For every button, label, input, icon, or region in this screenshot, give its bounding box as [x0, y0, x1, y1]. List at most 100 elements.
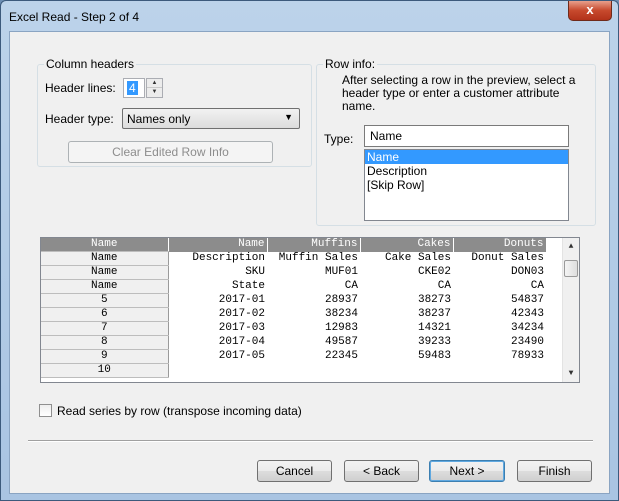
preview-cell: 12983 [324, 322, 358, 334]
type-input[interactable]: Name [364, 125, 569, 147]
preview-header-cell: Muffins [267, 238, 361, 252]
preview-grid[interactable]: Name Name Muffins Cakes Donuts Name Descr… [40, 237, 580, 383]
preview-cell: 2017-03 [218, 322, 265, 334]
preview-cell: Cake Sales [384, 252, 451, 264]
preview-cell: Donut Sales [471, 252, 544, 264]
cancel-button-label: Cancel [275, 464, 314, 478]
preview-row[interactable]: Name SKU MUF01 CKE02 DON03 [41, 265, 546, 280]
title-bar: Excel Read - Step 2 of 4 x [1, 1, 618, 31]
preview-header-cell: Name [41, 238, 169, 252]
preview-cell: CKE02 [417, 266, 451, 278]
chevron-down-icon: ▼ [284, 112, 293, 122]
back-button-label: < Back [362, 464, 401, 478]
window-title: Excel Read - Step 2 of 4 [9, 10, 140, 24]
preview-row[interactable]: 5 2017-01 28937 38273 54837 [41, 293, 546, 308]
preview-cell: 23490 [510, 336, 544, 348]
type-label: Type: [324, 132, 354, 146]
row-header[interactable]: 9 [41, 349, 169, 364]
transpose-checkbox[interactable] [39, 404, 52, 417]
type-option-skip-row[interactable]: [Skip Row] [365, 178, 568, 192]
preview-cell: 2017-04 [218, 336, 265, 348]
preview-row[interactable]: Name Description Muffin Sales Cake Sales Don… [41, 251, 546, 266]
preview-cell: Muffin Sales [278, 252, 358, 264]
spin-down-icon[interactable]: ▼ [147, 88, 162, 97]
preview-cell: Description [192, 252, 265, 264]
header-lines-value: 4 [127, 81, 138, 95]
preview-cell: 38273 [417, 294, 451, 306]
cancel-button[interactable]: Cancel [257, 460, 332, 482]
preview-cell: 14321 [417, 322, 451, 334]
excel-read-dialog: Excel Read - Step 2 of 4 x Column header… [0, 0, 619, 501]
scroll-thumb[interactable] [564, 260, 578, 277]
type-option-description[interactable]: Description [365, 164, 568, 178]
column-headers-group: Column headers Header lines: 4 ▲ ▼ Heade… [37, 57, 312, 167]
type-options-list[interactable]: Name Description [Skip Row] [364, 149, 569, 221]
header-type-label: Header type: [45, 112, 114, 126]
preview-cell: 39233 [417, 336, 451, 348]
preview-cell: 38237 [417, 308, 451, 320]
header-type-dropdown[interactable]: Names only ▼ [122, 108, 300, 129]
preview-cell: 2017-02 [218, 308, 265, 320]
preview-scrollbar[interactable]: ▲ ▼ [562, 238, 579, 382]
preview-header-row: Name Name Muffins Cakes Donuts [41, 238, 547, 252]
clear-edited-row-info-button[interactable]: Clear Edited Row Info [68, 141, 273, 163]
preview-cell: CA [530, 280, 544, 292]
scroll-down-icon[interactable]: ▼ [563, 369, 579, 378]
transpose-label[interactable]: Read series by row (transpose incoming d… [57, 404, 302, 418]
preview-cell: 42343 [510, 308, 544, 320]
preview-cell: CA [437, 280, 451, 292]
preview-cell: 78933 [510, 350, 544, 362]
preview-cell [360, 364, 453, 378]
row-header[interactable]: 10 [41, 363, 169, 378]
scroll-up-icon[interactable]: ▲ [563, 242, 579, 251]
row-header[interactable]: Name [41, 265, 169, 280]
preview-cell: 54837 [510, 294, 544, 306]
row-info-instructions: After selecting a row in the preview, se… [342, 73, 576, 113]
type-input-value: Name [370, 129, 403, 143]
header-lines-label: Header lines: [45, 81, 116, 95]
preview-header-cell: Name [168, 238, 268, 252]
preview-row[interactable]: 6 2017-02 38234 38237 42343 [41, 307, 546, 322]
back-button[interactable]: < Back [344, 460, 419, 482]
preview-cell: State [231, 280, 265, 292]
preview-cell: MUF01 [324, 266, 358, 278]
header-lines-input[interactable]: 4 [123, 78, 145, 98]
preview-cell: DON03 [510, 266, 544, 278]
finish-button[interactable]: Finish [517, 460, 592, 482]
row-header[interactable]: Name [41, 279, 169, 294]
preview-cell [168, 364, 267, 378]
header-type-value: Names only [127, 112, 191, 126]
preview-cell: 34234 [510, 322, 544, 334]
preview-cell: 22345 [324, 350, 358, 362]
preview-header-cell: Cakes [360, 238, 454, 252]
preview-cell: 2017-01 [218, 294, 265, 306]
dialog-body: Column headers Header lines: 4 ▲ ▼ Heade… [9, 31, 610, 494]
row-header[interactable]: 7 [41, 321, 169, 336]
separator [28, 440, 593, 442]
preview-row[interactable]: Name State CA CA CA [41, 279, 546, 294]
preview-header-cell: Donuts [453, 238, 547, 252]
column-headers-title: Column headers [44, 57, 137, 71]
preview-row[interactable]: 10 [41, 363, 546, 378]
row-header[interactable]: Name [41, 251, 169, 266]
header-lines-spinner[interactable]: ▲ ▼ [146, 78, 163, 98]
preview-cell [453, 364, 546, 378]
preview-row[interactable]: 8 2017-04 49587 39233 23490 [41, 335, 546, 350]
next-button[interactable]: Next > [429, 460, 505, 482]
spin-up-icon[interactable]: ▲ [147, 79, 162, 88]
clear-button-label: Clear Edited Row Info [112, 145, 229, 159]
close-button[interactable]: x [568, 1, 612, 21]
preview-cell: 38234 [324, 308, 358, 320]
row-header[interactable]: 6 [41, 307, 169, 322]
row-header[interactable]: 8 [41, 335, 169, 350]
preview-cell: SKU [245, 266, 265, 278]
row-info-group: Row info: After selecting a row in the p… [316, 57, 596, 226]
preview-row[interactable]: 9 2017-05 22345 59483 78933 [41, 349, 546, 364]
preview-cell: 2017-05 [218, 350, 265, 362]
row-info-title: Row info: [323, 57, 378, 71]
type-option-name[interactable]: Name [365, 150, 568, 164]
row-header[interactable]: 5 [41, 293, 169, 308]
close-icon: x [586, 2, 594, 17]
preview-row[interactable]: 7 2017-03 12983 14321 34234 [41, 321, 546, 336]
preview-cell: CA [344, 280, 358, 292]
